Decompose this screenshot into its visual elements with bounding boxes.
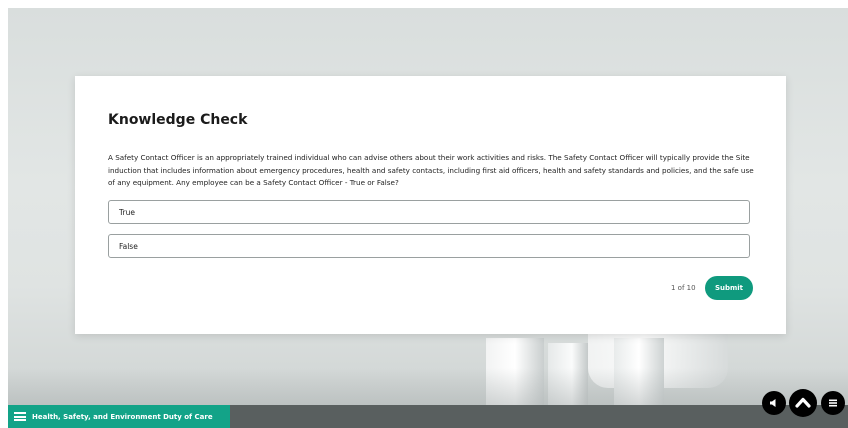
chevron-up-icon	[795, 397, 811, 408]
course-title: Health, Safety, and Environment Duty of …	[32, 412, 213, 421]
course-menu-tab[interactable]: Health, Safety, and Environment Duty of …	[8, 405, 230, 428]
answer-option-true[interactable]: True	[108, 200, 750, 224]
submit-button[interactable]: Submit	[705, 276, 753, 300]
question-counter: 1 of 10	[671, 284, 696, 292]
list-menu-icon	[829, 399, 837, 407]
hamburger-menu-icon	[14, 412, 26, 421]
answer-option-label: True	[119, 208, 135, 217]
speaker-icon	[770, 399, 776, 407]
scroll-up-button[interactable]	[789, 389, 817, 417]
answer-option-label: False	[119, 242, 138, 251]
audio-button[interactable]	[762, 391, 786, 415]
knowledge-check-card: Knowledge Check A Safety Contact Officer…	[75, 76, 786, 334]
floor-shadow	[8, 368, 848, 405]
page-title: Knowledge Check	[108, 112, 248, 128]
footer-bar: Health, Safety, and Environment Duty of …	[8, 405, 848, 428]
list-menu-button[interactable]	[821, 391, 845, 415]
question-text: A Safety Contact Officer is an appropria…	[108, 153, 754, 188]
answer-option-false[interactable]: False	[108, 234, 750, 258]
